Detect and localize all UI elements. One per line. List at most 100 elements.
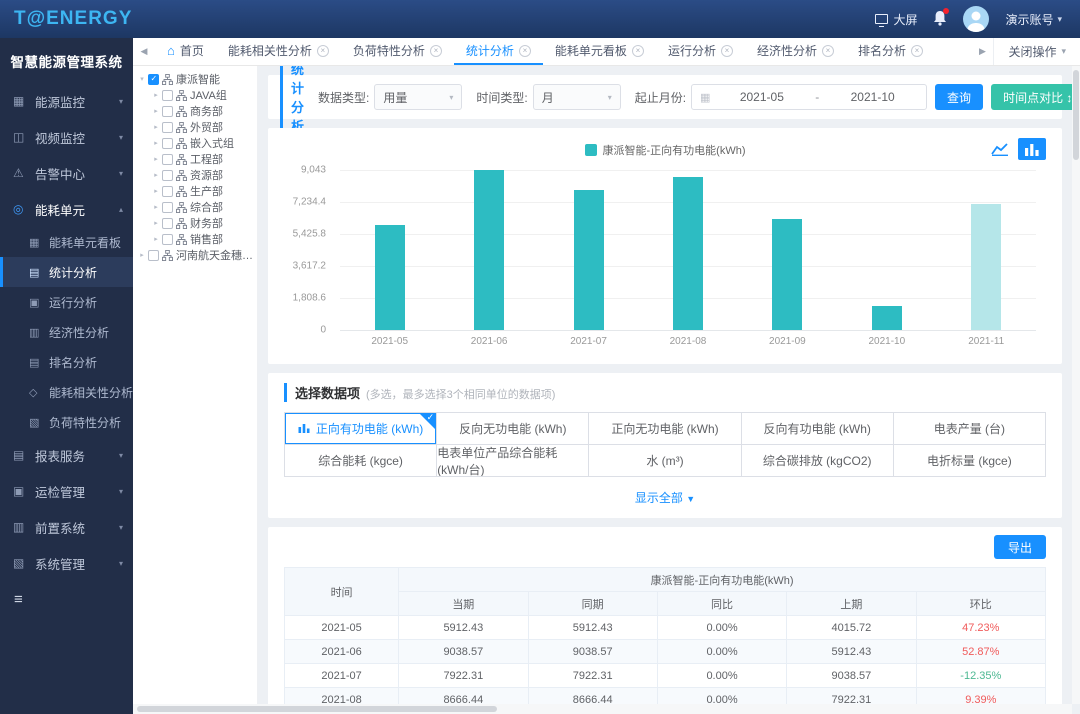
data-item-综合能耗 (kgce)[interactable]: 综合能耗 (kgce) bbox=[285, 445, 437, 477]
tree-collapse-icon[interactable]: ▸ bbox=[151, 203, 161, 211]
time-type-select[interactable]: 月 ▾ bbox=[533, 84, 621, 110]
tab-close-icon[interactable]: × bbox=[911, 45, 923, 57]
tree-collapse-icon[interactable]: ▸ bbox=[151, 123, 161, 131]
sidebar-item-energy-monitor[interactable]: ▦能源监控▾ bbox=[0, 83, 133, 119]
tree-checkbox[interactable] bbox=[148, 250, 159, 261]
query-button[interactable]: 查询 bbox=[935, 84, 983, 110]
sidebar-item-video-monitor[interactable]: ◫视频监控▾ bbox=[0, 119, 133, 155]
tab-close-icon[interactable]: × bbox=[317, 45, 329, 57]
data-item-正向无功电能 (kWh)[interactable]: 正向无功电能 (kWh) bbox=[589, 413, 741, 445]
data-item-反向无功电能 (kWh)[interactable]: 反向无功电能 (kWh) bbox=[437, 413, 589, 445]
tab-统计分析[interactable]: 统计分析× bbox=[454, 38, 543, 65]
tree-collapse-icon[interactable]: ▸ bbox=[151, 187, 161, 195]
tree-collapse-icon[interactable]: ▸ bbox=[151, 171, 161, 179]
sidebar-item-energy-unit[interactable]: ◎能耗单元▴ bbox=[0, 191, 133, 227]
data-item-电表单位产品综合能耗 (kWh/台)[interactable]: 电表单位产品综合能耗 (kWh/台) bbox=[437, 445, 589, 477]
data-item-反向有功电能 (kWh)[interactable]: 反向有功电能 (kWh) bbox=[742, 413, 894, 445]
tree-node[interactable]: ▸外贸部 bbox=[133, 119, 257, 135]
tree-checkbox[interactable] bbox=[162, 154, 173, 165]
notification-bell-button[interactable] bbox=[933, 10, 947, 29]
sidebar-subitem-correlation-analysis[interactable]: ◇能耗相关性分析 bbox=[0, 377, 133, 407]
data-item-电折标量 (kgce)[interactable]: 电折标量 (kgce) bbox=[894, 445, 1046, 477]
tab-负荷特性分析[interactable]: 负荷特性分析× bbox=[341, 38, 454, 65]
user-avatar[interactable] bbox=[963, 6, 989, 32]
tree-checkbox[interactable] bbox=[162, 186, 173, 197]
sidebar-collapse-button[interactable]: ≡ bbox=[0, 581, 133, 608]
sidebar-subitem-economic-analysis[interactable]: ▥经济性分析 bbox=[0, 317, 133, 347]
tree-expand-icon[interactable]: ▾ bbox=[137, 75, 147, 83]
tabs-scroll-right-button[interactable]: ▶ bbox=[971, 46, 993, 57]
tree-collapse-icon[interactable]: ▸ bbox=[151, 155, 161, 163]
tree-node[interactable]: ▸销售部 bbox=[133, 231, 257, 247]
tabs-scroll-left-button[interactable]: ◀ bbox=[133, 46, 155, 57]
chart-legend[interactable]: 康派智能-正向有功电能(kWh) bbox=[585, 142, 746, 158]
tab-首页[interactable]: ⌂首页 bbox=[155, 38, 216, 65]
horizontal-scrollbar[interactable] bbox=[133, 704, 1072, 714]
tree-checkbox[interactable] bbox=[162, 234, 173, 245]
line-chart-toggle-button[interactable] bbox=[986, 138, 1014, 160]
sidebar-item-alarm-center[interactable]: ⚠告警中心▾ bbox=[0, 155, 133, 191]
sidebar-subitem-energy-unit-board[interactable]: ▦能耗单元看板 bbox=[0, 227, 133, 257]
tree-node[interactable]: ▸河南航天金穗电子有 bbox=[133, 247, 257, 263]
time-compare-button[interactable]: 时间点对比 ↕ bbox=[991, 84, 1072, 110]
tree-collapse-icon[interactable]: ▸ bbox=[151, 91, 161, 99]
tab-close-icon[interactable]: × bbox=[721, 45, 733, 57]
vertical-scrollbar[interactable] bbox=[1072, 66, 1080, 704]
tab-能耗单元看板[interactable]: 能耗单元看板× bbox=[543, 38, 656, 65]
sidebar-subitem-load-analysis[interactable]: ▧负荷特性分析 bbox=[0, 407, 133, 437]
tab-经济性分析[interactable]: 经济性分析× bbox=[745, 38, 846, 65]
horizontal-scrollbar-thumb[interactable] bbox=[137, 706, 497, 712]
show-all-link[interactable]: 显示全部 ▼ bbox=[284, 489, 1046, 506]
tree-node[interactable]: ▸工程部 bbox=[133, 151, 257, 167]
tab-close-icon[interactable]: × bbox=[519, 45, 531, 57]
tree-collapse-icon[interactable]: ▸ bbox=[151, 107, 161, 115]
tree-node[interactable]: ▸商务部 bbox=[133, 103, 257, 119]
big-screen-button[interactable]: 大屏 bbox=[875, 11, 917, 28]
tree-collapse-icon[interactable]: ▸ bbox=[151, 235, 161, 243]
data-item-水 (m³)[interactable]: 水 (m³) bbox=[589, 445, 741, 477]
data-type-select[interactable]: 用量 ▾ bbox=[374, 84, 462, 110]
tree-checkbox[interactable] bbox=[162, 138, 173, 149]
account-menu[interactable]: 演示账号 ▾ bbox=[1005, 11, 1062, 28]
tree-node[interactable]: ▸资源部 bbox=[133, 167, 257, 183]
tree-checkbox[interactable] bbox=[162, 106, 173, 117]
tree-node[interactable]: ▸JAVA组 bbox=[133, 87, 257, 103]
tree-collapse-icon[interactable]: ▸ bbox=[151, 139, 161, 147]
tab-close-icon[interactable]: × bbox=[430, 45, 442, 57]
tree-checkbox[interactable] bbox=[162, 202, 173, 213]
data-item-综合碳排放 (kgCO2)[interactable]: 综合碳排放 (kgCO2) bbox=[742, 445, 894, 477]
date-range-input[interactable]: ▦ 2021-05 - 2021-10 bbox=[691, 84, 927, 110]
sidebar-subitem-statistic-analysis[interactable]: ▤统计分析 bbox=[0, 257, 133, 287]
sidebar-item-ops-manage[interactable]: ▣运检管理▾ bbox=[0, 473, 133, 509]
tab-排名分析[interactable]: 排名分析× bbox=[846, 38, 935, 65]
tab-运行分析[interactable]: 运行分析× bbox=[656, 38, 745, 65]
tree-checkbox[interactable] bbox=[148, 74, 159, 85]
tree-checkbox[interactable] bbox=[162, 122, 173, 133]
tree-collapse-icon[interactable]: ▸ bbox=[151, 219, 161, 227]
sidebar-item-report-service[interactable]: ▤报表服务▾ bbox=[0, 437, 133, 473]
sidebar-item-front-system[interactable]: ▥前置系统▾ bbox=[0, 509, 133, 545]
tree-checkbox[interactable] bbox=[162, 218, 173, 229]
sidebar-subitem-rank-analysis[interactable]: ▤排名分析 bbox=[0, 347, 133, 377]
export-button[interactable]: 导出 bbox=[994, 535, 1046, 559]
data-item-电表产量 (台)[interactable]: 电表产量 (台) bbox=[894, 413, 1046, 445]
tree-node[interactable]: ▸财务部 bbox=[133, 215, 257, 231]
close-operations-menu[interactable]: 关闭操作 ▾ bbox=[993, 38, 1080, 65]
sidebar-subitem-run-analysis[interactable]: ▣运行分析 bbox=[0, 287, 133, 317]
tab-close-icon[interactable]: × bbox=[632, 45, 644, 57]
sidebar-item-system-manage[interactable]: ▧系统管理▾ bbox=[0, 545, 133, 581]
tree-node[interactable]: ▸生产部 bbox=[133, 183, 257, 199]
bar-chart-toggle-button[interactable] bbox=[1018, 138, 1046, 160]
tab-close-icon[interactable]: × bbox=[822, 45, 834, 57]
tree-collapse-icon[interactable]: ▸ bbox=[137, 251, 147, 259]
data-item-正向有功电能 (kWh)[interactable]: ✓正向有功电能 (kWh) bbox=[285, 413, 437, 445]
tree-node[interactable]: ▸嵌入式组 bbox=[133, 135, 257, 151]
chevron-down-icon: ▾ bbox=[119, 487, 123, 496]
tree-node[interactable]: ▾康派智能 bbox=[133, 71, 257, 87]
tree-node[interactable]: ▸综合部 bbox=[133, 199, 257, 215]
vertical-scrollbar-thumb[interactable] bbox=[1073, 70, 1079, 160]
tree-checkbox[interactable] bbox=[162, 90, 173, 101]
tab-能耗相关性分析[interactable]: 能耗相关性分析× bbox=[216, 38, 341, 65]
data-type-label: 数据类型: bbox=[318, 89, 369, 106]
tree-checkbox[interactable] bbox=[162, 170, 173, 181]
